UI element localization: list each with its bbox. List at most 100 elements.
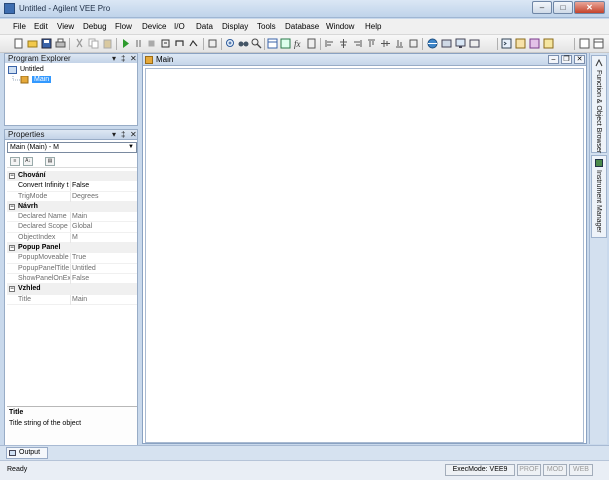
align-center-icon[interactable]	[338, 38, 349, 49]
collapse-icon[interactable]: −	[9, 173, 15, 179]
collapse-icon[interactable]: −	[9, 245, 15, 252]
menu-device[interactable]: Device	[142, 22, 166, 31]
monitor-icon[interactable]	[455, 38, 466, 49]
align-top-icon[interactable]	[366, 38, 377, 49]
property-row[interactable]: Convert Infinity t False	[7, 181, 137, 192]
menu-debug[interactable]: Debug	[83, 22, 107, 31]
category-popup-panel[interactable]: − Popup Panel	[7, 243, 137, 254]
close-button[interactable]: ✕	[574, 1, 605, 14]
pause-icon[interactable]	[133, 38, 144, 49]
properties-pin-icon[interactable]: ‡	[121, 130, 125, 139]
step-over-icon[interactable]	[174, 38, 185, 49]
arrange-icon[interactable]	[543, 38, 554, 49]
copy-icon[interactable]	[88, 38, 99, 49]
categorized-icon[interactable]: ≡	[10, 157, 20, 166]
binoculars-icon[interactable]	[238, 38, 249, 49]
panel-view-icon[interactable]	[267, 38, 278, 49]
align-right-icon[interactable]	[352, 38, 363, 49]
main-restore-button[interactable]: ❐	[561, 55, 572, 64]
device-icon[interactable]	[469, 38, 480, 49]
minimize-button[interactable]: –	[532, 1, 552, 14]
step-icon[interactable]	[207, 38, 218, 49]
property-row[interactable]: TrigMode Degrees	[7, 191, 137, 202]
stop-icon[interactable]	[146, 38, 157, 49]
menu-view[interactable]: View	[57, 22, 74, 31]
paste-icon[interactable]	[102, 38, 113, 49]
properties-toolbar: ≡ A↓ ▤	[7, 156, 137, 168]
menu-tools[interactable]: Tools	[257, 22, 276, 31]
panel-close-icon[interactable]: ✕	[130, 54, 137, 63]
property-row[interactable]: Declared Name Main	[7, 212, 137, 223]
alphabetical-icon[interactable]: A↓	[23, 157, 33, 166]
tab-instrument-manager[interactable]: Instrument Manager	[591, 155, 607, 238]
console-icon[interactable]	[501, 38, 512, 49]
chevron-down-icon: ▼	[128, 144, 134, 150]
new-file-icon[interactable]	[13, 38, 24, 49]
main-minimize-button[interactable]: –	[548, 55, 559, 64]
cut-icon[interactable]	[74, 38, 85, 49]
layout-icon[interactable]	[593, 38, 604, 49]
menu-display[interactable]: Display	[222, 22, 248, 31]
size-icon[interactable]	[408, 38, 419, 49]
property-pages-icon[interactable]: ▤	[45, 157, 55, 166]
svg-text:fx: fx	[294, 39, 301, 49]
category-navrh[interactable]: − Návrh	[7, 201, 137, 213]
object-selector-value: Main (Main) - M	[10, 144, 60, 151]
tab-function-object-browser[interactable]: Function & Object Browser	[591, 55, 607, 153]
property-row[interactable]: PopupMoveable True	[7, 253, 137, 264]
zoom-in-icon[interactable]	[225, 38, 236, 49]
menu-data[interactable]: Data	[196, 22, 213, 31]
property-row[interactable]: Title Main	[7, 294, 137, 305]
workspace-canvas[interactable]	[145, 68, 584, 443]
step-out-icon[interactable]	[188, 38, 199, 49]
collapse-icon[interactable]: −	[9, 203, 15, 210]
instrument-icon[interactable]	[441, 38, 452, 49]
menu-database[interactable]: Database	[285, 22, 319, 31]
main-close-button[interactable]: ✕	[574, 55, 585, 64]
save-icon[interactable]	[41, 38, 52, 49]
formula-icon[interactable]: fx	[293, 38, 304, 49]
mod-indicator: MOD	[543, 464, 567, 476]
menu-window[interactable]: Window	[326, 22, 354, 31]
calc-icon[interactable]	[306, 38, 317, 49]
program-explorer-title: Program Explorer	[8, 54, 71, 63]
pin-icon[interactable]: ‡	[121, 54, 125, 63]
properties-dropdown-icon[interactable]: ▾	[112, 130, 116, 139]
align-left-icon[interactable]	[324, 38, 335, 49]
align-bottom-icon[interactable]	[394, 38, 405, 49]
object-selector[interactable]: Main (Main) - M ▼	[7, 142, 137, 153]
pin-dropdown-icon[interactable]: ▾	[112, 54, 116, 63]
property-row[interactable]: ObjectIndex M	[7, 232, 137, 244]
tab-output[interactable]: Output	[6, 447, 48, 459]
cascade-icon[interactable]	[529, 38, 540, 49]
menu-flow[interactable]: Flow	[115, 22, 132, 31]
property-row[interactable]: Declared Scope Global	[7, 222, 137, 233]
run-icon[interactable]	[120, 38, 131, 49]
property-row[interactable]: PopupPanelTitle Untitled	[7, 263, 137, 274]
find-icon[interactable]	[251, 38, 262, 49]
category-vzhled[interactable]: − Vzhled	[7, 284, 137, 295]
maximize-button[interactable]: □	[553, 1, 573, 14]
menu-edit[interactable]: Edit	[34, 22, 48, 31]
properties-title: Properties	[8, 130, 45, 139]
detail-view-icon[interactable]	[280, 38, 291, 49]
output-icon	[9, 450, 16, 456]
tree-item-root-label: Untitled	[20, 66, 44, 73]
align-middle-icon[interactable]	[380, 38, 391, 49]
step-into-icon[interactable]	[160, 38, 171, 49]
exec-mode-indicator: ExecMode: VEE9	[445, 464, 515, 476]
property-row[interactable]: ShowPanelOnEx False	[7, 273, 137, 285]
collapse-icon[interactable]: −	[9, 286, 15, 293]
open-folder-icon[interactable]	[27, 38, 38, 49]
properties-panel: Main (Main) - M ▼ ≡ A↓ ▤ − Chování Conver…	[4, 140, 138, 456]
print-icon[interactable]	[55, 38, 66, 49]
menu-help[interactable]: Help	[365, 22, 381, 31]
menu-io[interactable]: I/O	[174, 22, 185, 31]
properties-close-icon[interactable]: ✕	[130, 130, 137, 139]
tile-icon[interactable]	[515, 38, 526, 49]
menu-file[interactable]: File	[13, 22, 26, 31]
category-chovani[interactable]: − Chování	[7, 171, 137, 182]
web-icon[interactable]	[427, 38, 438, 49]
window-icon[interactable]	[579, 38, 590, 49]
window-title: Untitled - Agilent VEE Pro	[19, 4, 111, 13]
